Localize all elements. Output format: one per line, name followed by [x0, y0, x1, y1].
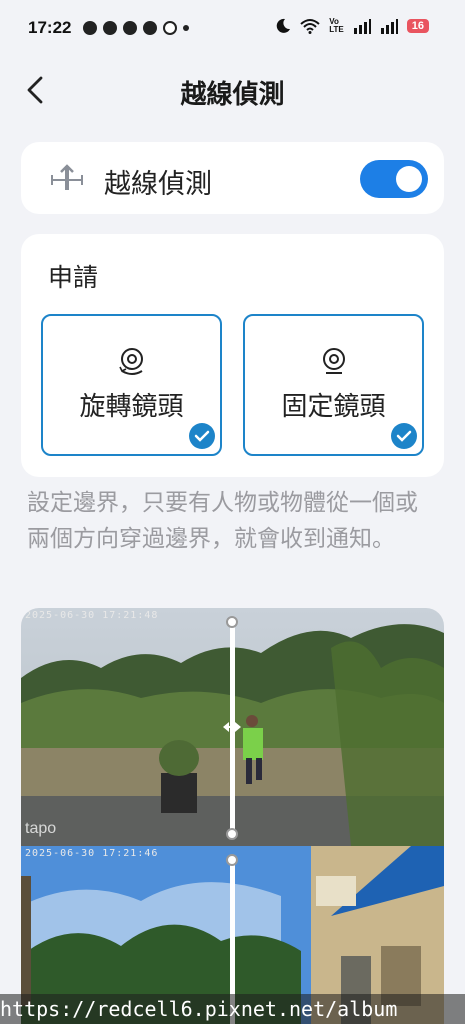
apply-card: 申請 旋轉鏡頭 固定鏡頭: [21, 234, 444, 477]
camera-timestamp-bottom: 2025-06-30 17:21:46: [25, 848, 159, 859]
status-right-icons: Vo LTE 16: [275, 18, 429, 34]
messenger-outline-icon: [163, 21, 178, 35]
fixed-camera-icon: [322, 348, 345, 374]
option-pan-tilt-camera[interactable]: 旋轉鏡頭: [41, 314, 222, 456]
more-notifications-icon: [183, 25, 190, 31]
description-text: 設定邊界，只要有人物或物體從一個或兩個方向穿過邊界，就會收到通知。: [27, 490, 418, 552]
pan-tilt-camera-icon: [118, 348, 143, 375]
option-label: 固定鏡頭: [281, 392, 386, 422]
signal-icon: [353, 19, 371, 34]
wifi-icon: [300, 19, 320, 34]
contacts-icon: [103, 21, 118, 35]
checkmark-icon: [391, 423, 417, 449]
signal-2-icon: [380, 19, 398, 34]
lte-indicator: Vo LTE: [329, 18, 344, 34]
camera-preview: 2025-06-30 17:21:48 tapo 2025-06-30 17:2…: [21, 608, 444, 1024]
direction-arrows-icon[interactable]: [222, 719, 242, 735]
apply-title: 申請: [48, 263, 99, 292]
lte-bottom-label: LTE: [329, 25, 344, 34]
notification-icons: [83, 21, 190, 35]
switch-knob: [396, 166, 422, 192]
option-label: 旋轉鏡頭: [79, 392, 184, 422]
boundary-end-handle[interactable]: [226, 828, 238, 840]
boundary-start-handle[interactable]: [226, 616, 238, 628]
status-time: 17:22: [28, 18, 72, 37]
url-watermark: https://redcell6.pixnet.net/album: [0, 994, 465, 1024]
messenger-icon: [143, 21, 158, 35]
facebook-icon: [83, 21, 98, 35]
boundary-start-handle-bottom[interactable]: [226, 854, 238, 866]
battery-level: 16: [406, 19, 429, 33]
line-crossing-switch[interactable]: [360, 160, 428, 198]
line-crossing-icon: [51, 164, 83, 190]
status-bar: 17:22 Vo LTE 16: [0, 0, 465, 56]
page-header: 越線偵測: [0, 60, 465, 120]
checkmark-icon: [189, 423, 215, 449]
page-title: 越線偵測: [180, 80, 285, 110]
chat-icon: [123, 21, 138, 35]
option-fixed-camera[interactable]: 固定鏡頭: [243, 314, 424, 456]
moon-icon: [276, 18, 291, 33]
line-crossing-toggle-card: 越線偵測: [21, 142, 444, 214]
toggle-label: 越線偵測: [104, 169, 212, 200]
camera-timestamp-top: 2025-06-30 17:21:48: [25, 610, 159, 621]
